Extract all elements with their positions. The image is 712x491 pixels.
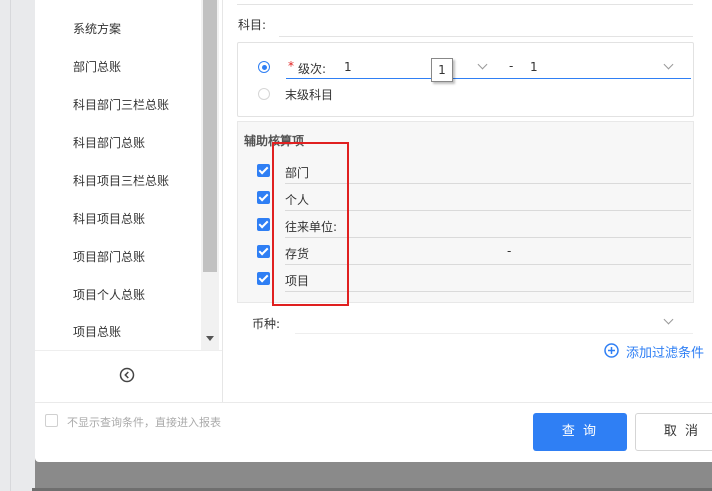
level-tooltip: 1 [431,58,453,82]
aux-partner-checkbox[interactable] [257,218,270,231]
leaf-subject-radio[interactable] [258,88,270,100]
subject-label: 科目: [238,18,267,32]
level-separator: - [509,59,514,73]
aux-inventory-checkbox[interactable] [257,245,270,258]
skip-conditions-label: 不显示查询条件，直接进入报表 [67,416,221,429]
background-panel [0,0,35,491]
level-from-value[interactable]: 1 [344,60,352,74]
scroll-down-icon[interactable] [206,336,214,341]
scheme-list: 系统方案 部门总账 科目部门三栏总账 科目部门总账 科目项目三栏总账 科目项目总… [35,0,201,350]
aux-person-checkbox[interactable] [257,191,270,204]
sidebar-item-project-dept-ledger[interactable]: 项目部门总账 [73,248,145,265]
filter-form: 科目: * 级次: 1 - 1 1 末级科目 辅助核算项 部门 个人 往来单位:… [223,0,712,402]
highlight-annotation-box [272,142,349,306]
aux-dept-checkbox[interactable] [257,164,270,177]
sidebar-divider [35,350,222,351]
sidebar-item-subject-dept-3col[interactable]: 科目部门三栏总账 [73,96,169,113]
footer-divider [35,402,712,403]
background-divider [10,0,11,491]
leaf-subject-label: 末级科目 [285,88,334,102]
sidebar-item-subject-project-ledger[interactable]: 科目项目总账 [73,210,145,227]
aux-project-checkbox[interactable] [257,272,270,285]
level-group [237,42,694,117]
sidebar-scrollbar[interactable] [201,0,219,350]
aux-inventory-range-separator: - [507,244,512,258]
add-filter-link[interactable]: 添加过滤条件 [626,342,704,361]
subject-input[interactable] [279,36,693,37]
sidebar-item-subject-project-3col[interactable]: 科目项目三栏总账 [73,172,169,189]
scheme-sidebar: 系统方案 部门总账 科目部门三栏总账 科目部门总账 科目项目三栏总账 科目项目总… [35,0,223,402]
required-mark: * [288,59,294,73]
sidebar-item-project-ledger[interactable]: 项目总账 [73,323,121,340]
currency-select[interactable] [295,333,693,334]
currency-label: 币种: [252,317,281,331]
sidebar-scroll-thumb[interactable] [203,0,217,272]
background-overlay [35,462,712,491]
level-input-underline [286,78,691,79]
level-radio[interactable] [258,61,270,73]
skip-conditions-checkbox[interactable] [45,414,58,427]
sidebar-item-dept-ledger[interactable]: 部门总账 [73,58,121,75]
top-field-line [237,4,693,5]
level-label: 级次: [298,62,327,76]
sidebar-item-project-person-ledger[interactable]: 项目个人总账 [73,286,145,303]
chevron-down-icon[interactable] [663,314,674,325]
sidebar-item-subject-dept-ledger[interactable]: 科目部门总账 [73,134,145,151]
query-dialog: 系统方案 部门总账 科目部门三栏总账 科目部门总账 科目项目三栏总账 科目项目总… [35,0,712,462]
sidebar-item-system-scheme[interactable]: 系统方案 [73,20,121,37]
query-button[interactable]: 查 询 [533,413,627,451]
chevron-left-circle-icon[interactable] [119,367,135,383]
plus-circle-icon[interactable] [604,343,619,358]
cancel-button[interactable]: 取 消 [635,413,712,451]
level-to-value[interactable]: 1 [530,60,538,74]
